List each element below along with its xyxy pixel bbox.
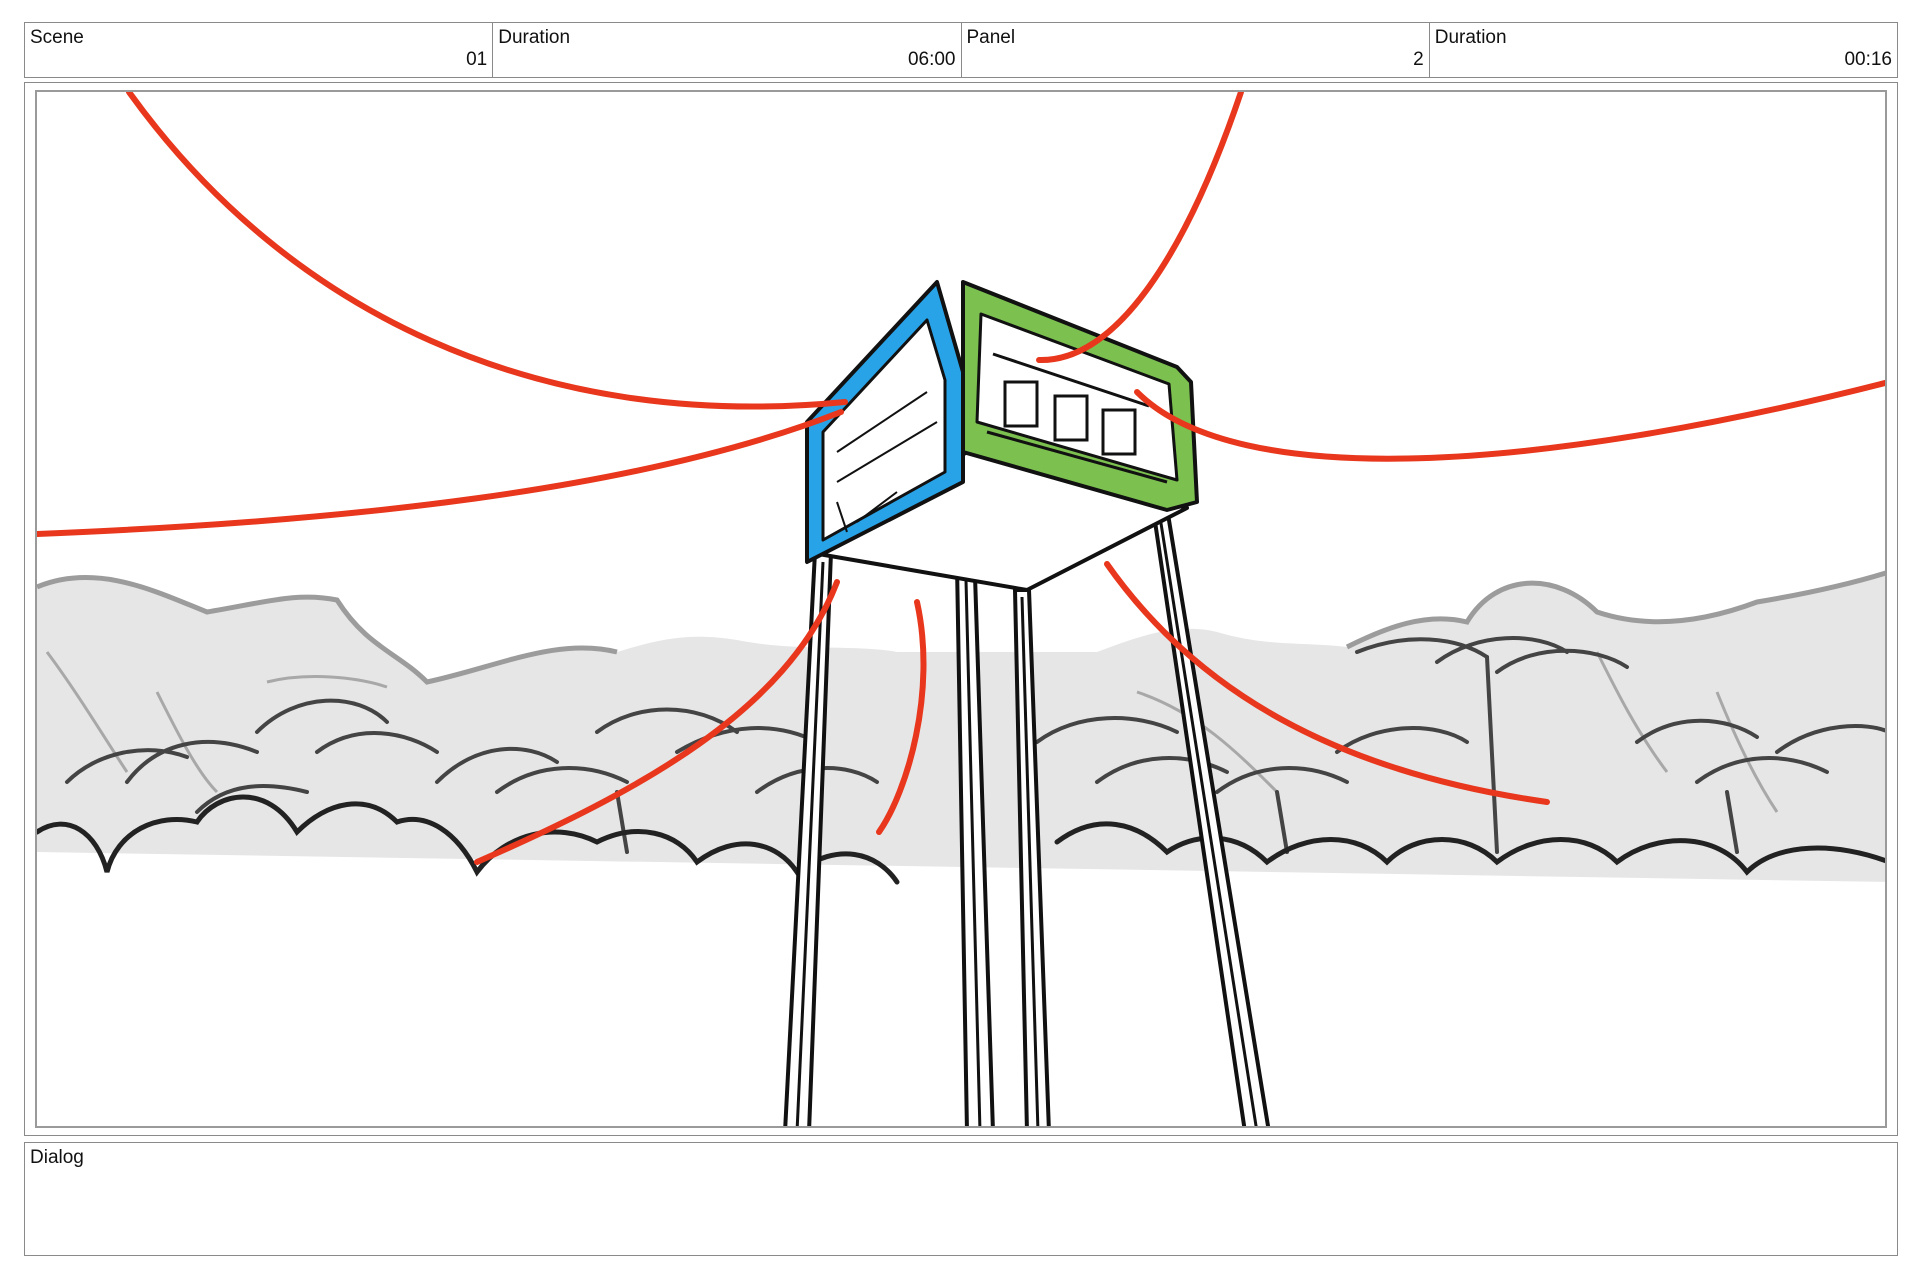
storyboard-panel [35, 90, 1887, 1128]
scene-duration-label: Duration [498, 27, 571, 48]
panel-duration-cell: Duration 00:16 [1430, 23, 1897, 77]
storyboard-panel-frame [24, 82, 1898, 1136]
camera-line-left [37, 409, 844, 537]
scene-duration-value: 06:00 [907, 49, 956, 70]
camera-line-right [1134, 379, 1885, 462]
dialog-label: Dialog [30, 1147, 84, 1168]
panel-label: Panel [966, 27, 1016, 48]
storyboard-header: Scene 01 Duration 06:00 Panel 2 Duration… [24, 22, 1898, 78]
camera-line-top-center [1036, 92, 1244, 364]
scene-duration-cell: Duration 06:00 [493, 23, 962, 77]
dialog-box: Dialog [24, 1142, 1898, 1256]
scene-value: 01 [466, 49, 488, 70]
scene-label: Scene [30, 27, 84, 48]
panel-duration-label: Duration [1434, 27, 1507, 48]
panel-duration-value: 00:16 [1844, 49, 1892, 70]
panel-sketch [37, 92, 1885, 1126]
scene-cell: Scene 01 [25, 23, 494, 77]
camera-line-top-left [126, 92, 848, 410]
panel-value: 2 [1413, 49, 1424, 70]
panel-cell: Panel 2 [962, 23, 1430, 77]
